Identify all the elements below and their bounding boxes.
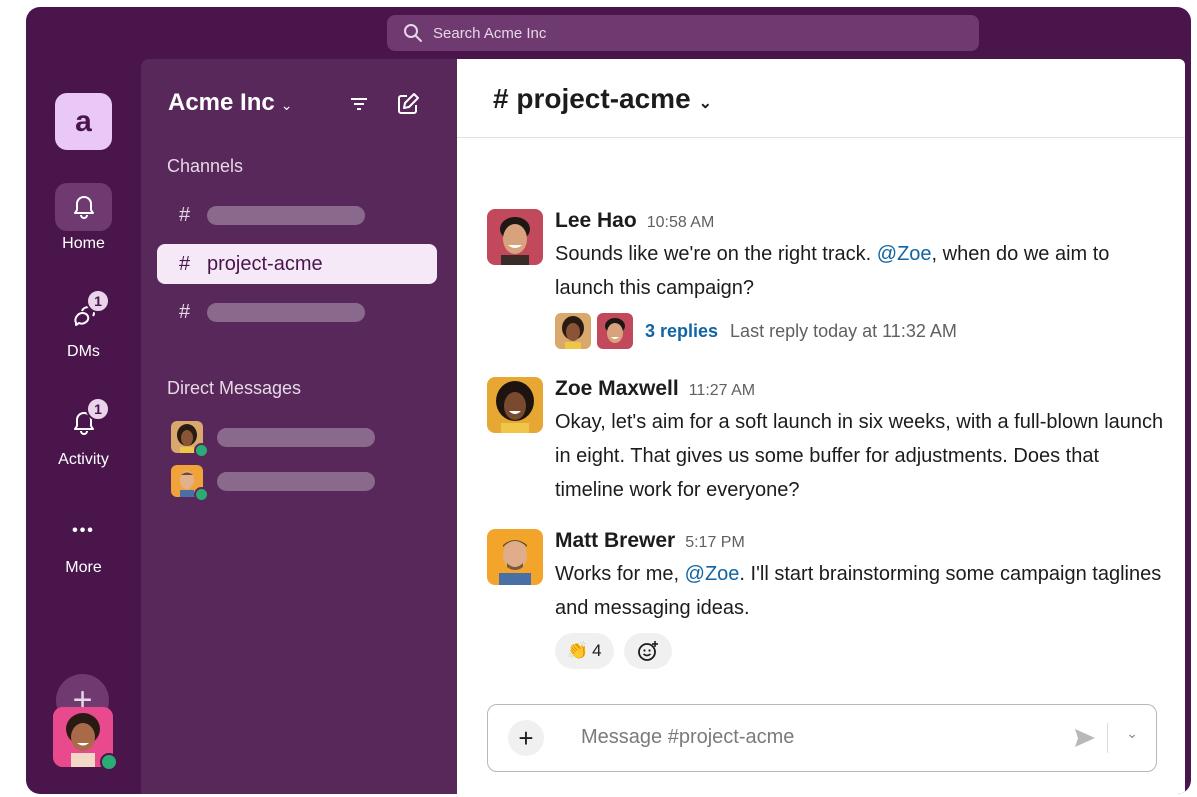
author-avatar[interactable]: [487, 529, 543, 585]
activity-badge: 1: [86, 397, 110, 421]
message-text: Works for me, @Zoe. I'll start brainstor…: [555, 557, 1165, 625]
online-status-dot: [194, 487, 209, 502]
hash-icon: #: [179, 203, 191, 226]
rail-item-dms[interactable]: 1 DMs: [26, 289, 141, 361]
reaction-clap[interactable]: 👏 4: [555, 633, 614, 669]
rail-label-more: More: [65, 559, 102, 576]
channel-header: # project-acme ⌄: [457, 59, 1185, 138]
workspace-name: Acme Inc: [168, 89, 275, 116]
rail-label-activity: Activity: [58, 451, 109, 468]
message-time[interactable]: 10:58 AM: [647, 214, 715, 231]
message-body: Zoe Maxwell 11:27 AM Okay, let's aim for …: [555, 377, 1165, 507]
channel-name-placeholder: [207, 302, 365, 322]
rail-item-home[interactable]: Home: [26, 183, 141, 253]
author-name[interactable]: Matt Brewer: [555, 529, 675, 552]
author-name[interactable]: Lee Hao: [555, 209, 637, 232]
message-composer[interactable]: + Message #project-acme ⌄: [487, 704, 1157, 772]
message-text: Okay, let's aim for a soft launch in six…: [555, 411, 1164, 501]
search-placeholder: Search Acme Inc: [433, 24, 547, 42]
home-icon-wrap: [55, 183, 112, 231]
message-body: Matt Brewer 5:17 PM Works for me, @Zoe. I…: [555, 529, 1165, 669]
chevron-down-icon[interactable]: ⌄: [1126, 725, 1138, 742]
channel-item-project-acme[interactable]: # project-acme: [157, 244, 437, 284]
dm-section-title[interactable]: Direct Messages: [167, 378, 301, 399]
chevron-down-icon: ⌄: [698, 95, 713, 112]
add-reaction-button[interactable]: [623, 633, 672, 669]
channel-title-button[interactable]: # project-acme ⌄: [493, 83, 712, 115]
more-icon-wrap: •••: [55, 507, 112, 555]
channel-name: project-acme: [207, 252, 323, 275]
message-input-placeholder[interactable]: Message #project-acme: [581, 726, 794, 749]
user-mention[interactable]: @Zoe: [877, 243, 932, 265]
workspace-switcher[interactable]: Acme Inc ⌄: [168, 89, 292, 117]
search-icon: [404, 24, 422, 42]
text-segment: Works for me,: [555, 563, 685, 585]
channel-sidebar: Acme Inc ⌄ Channels # # project-acme # Di…: [141, 59, 457, 794]
message-time[interactable]: 11:27 AM: [689, 382, 755, 399]
workspace-rail: a Home 1 DMs 1 Activity ••• More +: [26, 59, 141, 794]
reply-avatar: [555, 313, 591, 349]
rail-label-dms: DMs: [67, 343, 100, 360]
dms-icon-wrap: 1: [55, 289, 112, 339]
channel-item[interactable]: #: [157, 195, 437, 235]
hash-icon: #: [179, 300, 191, 323]
reply-avatar: [597, 313, 633, 349]
channel-view: # project-acme ⌄ Lee Hao 10:58 AM Sounds l…: [457, 59, 1185, 794]
author-name[interactable]: Zoe Maxwell: [555, 377, 679, 400]
channel-title: # project-acme: [493, 83, 691, 114]
user-mention[interactable]: @Zoe: [685, 563, 740, 585]
dm-name-placeholder: [217, 471, 375, 491]
author-avatar[interactable]: [487, 377, 543, 433]
activity-icon-wrap: 1: [55, 397, 112, 447]
message-body: Lee Hao 10:58 AM Sounds like we're on the…: [555, 209, 1165, 349]
channel-item[interactable]: #: [157, 292, 437, 332]
compose-icon[interactable]: [395, 91, 421, 117]
rail-item-more[interactable]: ••• More: [26, 507, 141, 577]
thread-summary[interactable]: 3 replies Last reply today at 11:32 AM: [555, 313, 1165, 349]
more-dots-icon: •••: [72, 522, 95, 539]
search-bar[interactable]: Search Acme Inc: [387, 15, 979, 51]
author-avatar[interactable]: [487, 209, 543, 265]
add-emoji-icon: [637, 641, 658, 661]
bell-icon: [73, 196, 94, 219]
chevron-down-icon: ⌄: [280, 97, 293, 113]
hash-icon: #: [179, 252, 191, 275]
dm-badge: 1: [86, 289, 110, 313]
online-status-dot: [100, 753, 118, 771]
replies-link[interactable]: 3 replies: [645, 321, 718, 342]
reactions-bar: 👏 4: [555, 633, 1165, 669]
slack-window: Search Acme Inc a Home 1 DMs 1 Activity: [26, 7, 1191, 794]
text-segment: Sounds like we're on the right track.: [555, 243, 877, 265]
channels-section-title[interactable]: Channels: [167, 156, 243, 177]
reaction-count: 4: [592, 641, 602, 660]
rail-label-home: Home: [62, 235, 105, 252]
message-time[interactable]: 5:17 PM: [685, 534, 745, 551]
last-reply-time: Last reply today at 11:32 AM: [730, 320, 957, 341]
rail-item-activity[interactable]: 1 Activity: [26, 397, 141, 469]
channel-name-placeholder: [207, 205, 365, 225]
message-text: Sounds like we're on the right track. @Z…: [555, 237, 1165, 305]
attach-button[interactable]: +: [508, 720, 544, 756]
clap-icon: 👏: [567, 641, 589, 660]
send-icon[interactable]: [1072, 725, 1098, 751]
online-status-dot: [194, 443, 209, 458]
dm-name-placeholder: [217, 427, 375, 447]
plus-icon: +: [518, 722, 534, 753]
composer-divider: [1107, 723, 1108, 753]
workspace-logo[interactable]: a: [55, 93, 112, 150]
filter-icon[interactable]: [346, 91, 372, 117]
